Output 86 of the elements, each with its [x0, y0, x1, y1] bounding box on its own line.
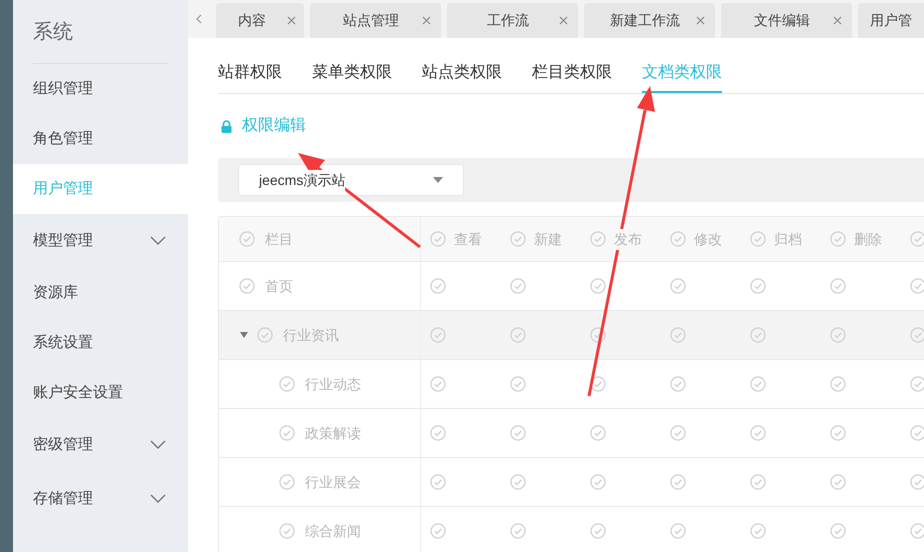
check-circle-icon[interactable] [430, 327, 446, 343]
check-circle-icon[interactable] [510, 474, 526, 490]
check-circle-icon[interactable] [670, 523, 686, 539]
check-circle-icon[interactable] [510, 376, 526, 392]
check-circle-icon[interactable] [510, 231, 526, 247]
check-circle-icon[interactable] [830, 474, 846, 490]
check-circle-icon[interactable] [279, 474, 295, 490]
check-circle-icon[interactable] [590, 474, 606, 490]
check-circle-icon[interactable] [750, 278, 766, 294]
table-cell-text: 行业动态 [305, 374, 361, 394]
check-circle-icon[interactable] [239, 231, 255, 247]
lock-icon [221, 120, 232, 132]
check-circle-icon[interactable] [830, 425, 846, 441]
check-circle-icon[interactable] [279, 425, 295, 441]
check-circle-icon[interactable] [590, 376, 606, 392]
check-circle-icon[interactable] [670, 425, 686, 441]
check-circle-icon[interactable] [830, 231, 846, 247]
permission-tab[interactable]: 菜单类权限 [312, 61, 392, 93]
check-circle-icon[interactable] [430, 523, 446, 539]
close-icon[interactable] [833, 16, 842, 25]
check-circle-icon[interactable] [590, 278, 606, 294]
check-circle-icon[interactable] [279, 523, 295, 539]
check-circle-icon[interactable] [430, 425, 446, 441]
check-circle-icon[interactable] [510, 327, 526, 343]
check-circle-icon[interactable] [670, 278, 686, 294]
check-circle-icon[interactable] [279, 376, 295, 392]
sidebar-item[interactable]: 系统设置 [13, 318, 188, 368]
chevron-left-icon [196, 14, 202, 24]
check-circle-icon[interactable] [750, 376, 766, 392]
table-cell-text: 行业资讯 [283, 326, 339, 344]
check-circle-icon[interactable] [830, 523, 846, 539]
page-tab[interactable]: 工作流 [447, 3, 578, 38]
check-circle-icon[interactable] [590, 523, 606, 539]
page-tab[interactable]: 用户管 [858, 3, 924, 38]
check-circle-icon[interactable] [830, 327, 846, 343]
page-tab[interactable]: 站点管理 [310, 3, 441, 38]
check-circle-icon[interactable] [510, 278, 526, 294]
check-circle-icon[interactable] [670, 231, 686, 247]
check-circle-icon[interactable] [590, 425, 606, 441]
check-circle-icon[interactable] [670, 327, 686, 343]
dropdown-triangle-icon [433, 177, 443, 183]
sidebar-item[interactable]: 模型管理 [13, 214, 188, 268]
sidebar-item[interactable]: 密级管理 [13, 418, 188, 472]
check-circle-icon[interactable] [750, 231, 766, 247]
permission-tab[interactable]: 站点类权限 [422, 61, 502, 93]
page-tab[interactable]: 新建工作流 [584, 3, 715, 38]
close-icon[interactable] [696, 16, 705, 25]
check-circle-icon[interactable] [590, 231, 606, 247]
column-header: 发布 [614, 228, 642, 250]
table-cell-text: 综合新闻 [305, 522, 361, 540]
close-icon[interactable] [287, 16, 296, 25]
table-cell-text: 政策解读 [305, 424, 361, 442]
check-circle-icon[interactable] [430, 278, 446, 294]
check-circle-icon[interactable] [830, 278, 846, 294]
permission-tab[interactable]: 站群权限 [218, 61, 282, 93]
close-icon[interactable] [422, 16, 431, 25]
check-circle-icon[interactable] [239, 278, 255, 294]
table-cell-text: 行业展会 [305, 472, 361, 492]
close-icon[interactable] [559, 16, 568, 25]
check-circle-icon[interactable] [510, 425, 526, 441]
page-tab[interactable]: 文件编辑 [721, 3, 852, 38]
column-header: 栏目 [265, 230, 293, 248]
check-circle-icon[interactable] [750, 523, 766, 539]
table-cell-text: 首页 [265, 276, 293, 296]
check-circle-icon[interactable] [430, 231, 446, 247]
check-circle-icon[interactable] [750, 327, 766, 343]
check-circle-icon[interactable] [590, 327, 606, 343]
sidebar-item[interactable]: 资源库 [13, 268, 188, 318]
check-circle-icon[interactable] [750, 425, 766, 441]
sidebar-item[interactable]: 角色管理 [13, 114, 188, 164]
check-circle-icon[interactable] [510, 523, 526, 539]
check-circle-icon[interactable] [670, 474, 686, 490]
check-circle-icon[interactable] [430, 474, 446, 490]
check-circle-icon[interactable] [830, 376, 846, 392]
sidebar-item[interactable]: 组织管理 [13, 64, 188, 114]
permission-tab[interactable]: 栏目类权限 [532, 61, 612, 93]
check-circle-icon[interactable] [430, 376, 446, 392]
sidebar-title: 系统 [33, 20, 73, 44]
site-select[interactable]: jeecms演示站 [238, 164, 464, 196]
sidebar-item[interactable]: 账户安全设置 [13, 368, 188, 418]
check-circle-icon[interactable] [257, 327, 273, 343]
expand-triangle-icon[interactable] [239, 331, 249, 339]
page-tab[interactable]: 内容 [216, 3, 304, 38]
check-circle-icon[interactable] [750, 474, 766, 490]
check-circle-icon[interactable] [670, 376, 686, 392]
sidebar-item[interactable]: 存储管理 [13, 472, 188, 526]
